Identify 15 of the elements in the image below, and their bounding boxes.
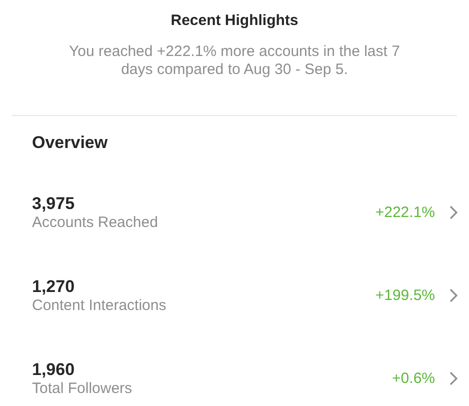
metric-value: 3,975	[32, 194, 76, 214]
metric-value: 1,270	[32, 276, 76, 296]
metric-value: 1,960	[32, 360, 76, 380]
metric-label: Content Interactions	[32, 296, 168, 314]
metric-change: +199.5%	[375, 287, 435, 304]
section-title: Recent Highlights	[170, 12, 300, 29]
metric-label: Accounts Reached	[32, 214, 159, 232]
chevron-right-icon[interactable]	[449, 288, 458, 303]
metric-change: +0.6%	[392, 370, 435, 387]
chevron-right-icon[interactable]	[449, 371, 458, 386]
highlight-message: You reached +222.1% more accounts in the last 7 days compared to Aug 30 - Sep 5.	[68, 43, 401, 79]
section-title: Overview	[32, 133, 109, 153]
metric-label: Total Followers	[32, 380, 134, 398]
metric-change: +222.1%	[375, 204, 435, 221]
chevron-right-icon[interactable]	[449, 205, 458, 220]
